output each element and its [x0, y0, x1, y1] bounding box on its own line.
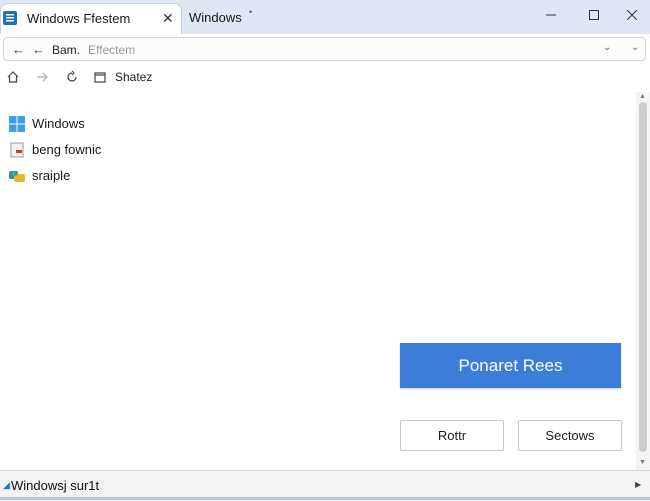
- scrollbar-thumb[interactable]: [639, 102, 647, 452]
- title-bar: Windows Ffestem ✕ Windows •: [0, 0, 650, 34]
- maximize-icon: [589, 10, 599, 20]
- document-icon: [10, 142, 24, 158]
- status-icon: ◢: [3, 480, 10, 490]
- rottr-button[interactable]: Rottr: [400, 420, 504, 451]
- back-icon[interactable]: ←: [32, 42, 45, 57]
- forward-icon[interactable]: [35, 70, 49, 84]
- address-text: Bam.: [52, 43, 81, 57]
- item-label: sraiple: [32, 168, 71, 183]
- share-icon[interactable]: [93, 70, 107, 84]
- tab-title: Windows Ffestem: [27, 11, 131, 26]
- dropdown-icon[interactable]: ⌄: [631, 42, 639, 53]
- app-icon: [3, 11, 17, 25]
- close-button[interactable]: [614, 0, 650, 30]
- scroll-down-icon[interactable]: ▼: [639, 459, 646, 466]
- windows-logo-icon: [9, 116, 25, 132]
- address-field[interactable]: ← ← Bam. Effectem ⌄ ⌄: [3, 37, 646, 61]
- main-content: Windows beng fownic sraiple Ponaret Rees…: [0, 92, 636, 470]
- scroll-up-icon[interactable]: ▲: [639, 93, 646, 100]
- sectows-button[interactable]: Sectows: [518, 420, 622, 451]
- expand-arrow-icon[interactable]: ▶: [635, 480, 641, 489]
- chevron-down-icon[interactable]: ⌄: [603, 42, 611, 53]
- status-text: Windowsj sur1t: [11, 478, 100, 493]
- close-icon: [627, 10, 637, 20]
- tab-title: Windows: [189, 10, 242, 25]
- tab-windows[interactable]: Windows •: [182, 3, 282, 34]
- back-arrow-icon[interactable]: ←: [12, 42, 25, 57]
- home-icon[interactable]: [6, 70, 20, 84]
- address-bar: ← ← Bam. Effectem ⌄ ⌄: [0, 34, 650, 65]
- refresh-icon[interactable]: [65, 70, 79, 84]
- app-icon: [9, 171, 25, 182]
- address-placeholder: Effectem: [88, 43, 136, 57]
- minimize-icon: [546, 14, 556, 16]
- vertical-scrollbar[interactable]: ▲ ▼: [636, 92, 650, 470]
- tab-windows-ffestem[interactable]: Windows Ffestem ✕: [0, 3, 182, 34]
- command-bar: Shatez: [0, 64, 650, 93]
- item-label: Windows: [32, 116, 85, 131]
- tab-indicator-icon: •: [249, 7, 253, 17]
- close-tab-icon[interactable]: ✕: [162, 10, 174, 27]
- maximize-button[interactable]: [571, 0, 617, 30]
- primary-action-button[interactable]: Ponaret Rees: [400, 343, 621, 388]
- item-label: beng fownic: [32, 142, 102, 157]
- minimize-button[interactable]: [528, 0, 574, 30]
- share-label[interactable]: Shatez: [115, 70, 152, 84]
